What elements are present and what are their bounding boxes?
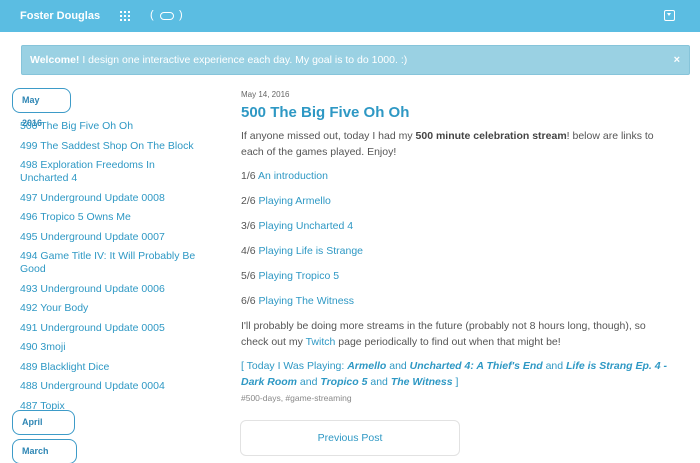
game-title: Uncharted 4: A Thief's End [409, 360, 543, 372]
alert-strong: Welcome! [30, 54, 80, 66]
video-number: 6/6 [241, 295, 259, 307]
archive-post-link[interactable]: 498 Exploration Freedoms In Uncharted 4 [20, 159, 200, 185]
game-title: Armello [347, 360, 387, 372]
archive-post-link[interactable]: 494 Game Title IV: It Will Probably Be G… [20, 250, 200, 276]
previous-post-button[interactable]: Previous Post [240, 420, 460, 456]
archive-post-link[interactable]: 499 The Saddest Shop On The Block [20, 140, 200, 153]
site-brand[interactable]: Foster Douglas [20, 10, 100, 22]
archive-post-link[interactable]: 497 Underground Update 0008 [20, 192, 200, 205]
archive-post-link[interactable]: 495 Underground Update 0007 [20, 231, 200, 244]
grid-icon[interactable] [120, 11, 130, 21]
video-link[interactable]: Playing Tropico 5 [259, 270, 340, 282]
video-item: 6/6 Playing The Witness [241, 293, 671, 309]
video-item: 1/6 An introduction [241, 168, 671, 184]
archive-post-link[interactable]: 490 3moji [20, 341, 200, 354]
post-tags[interactable]: #500-days, #game-streaming [241, 393, 352, 403]
video-link[interactable]: An introduction [258, 170, 328, 182]
playing-suffix: ] [452, 376, 459, 388]
video-item: 5/6 Playing Tropico 5 [241, 268, 671, 284]
post-date: May 14, 2016 [241, 90, 290, 99]
post-intro: If anyone missed out, today I had my 500… [241, 128, 671, 160]
outro-text-end: page periodically to find out when that … [335, 336, 561, 348]
playing-prefix: [ Today I Was Playing: [241, 360, 348, 372]
close-icon[interactable]: × [674, 54, 680, 66]
intro-strong: 500 minute celebration stream [415, 130, 567, 142]
month-may-2016[interactable]: May 2016 [12, 88, 71, 128]
post-outro: I'll probably be doing more streams in t… [241, 318, 671, 350]
archive-post-link[interactable]: 500 The Big Five Oh Oh [20, 120, 200, 133]
archive-list: 500 The Big Five Oh Oh 499 The Saddest S… [20, 120, 200, 419]
video-item: 2/6 Playing Armello [241, 193, 671, 209]
intro-text: If anyone missed out, today I had my [241, 130, 416, 142]
today-playing: [ Today I Was Playing: Armello and Uncha… [241, 358, 671, 390]
post-title[interactable]: 500 The Big Five Oh Oh [241, 104, 409, 121]
twitch-link[interactable]: Twitch [306, 336, 336, 348]
dropdown-toggle-icon[interactable] [664, 10, 675, 21]
archive-post-link[interactable]: 488 Underground Update 0004 [20, 380, 200, 393]
video-link[interactable]: Playing Uncharted 4 [259, 220, 354, 232]
month-march-2016[interactable]: March 2016 [12, 439, 77, 463]
video-link[interactable]: Playing The Witness [259, 295, 355, 307]
playing-and: and [297, 376, 321, 388]
game-title: Tropico 5 [320, 376, 368, 388]
archive-post-link[interactable]: 496 Tropico 5 Owns Me [20, 211, 200, 224]
game-title: The Witness [390, 376, 453, 388]
video-number: 4/6 [241, 245, 259, 257]
archive-post-link[interactable]: 491 Underground Update 0005 [20, 322, 200, 335]
archive-post-link[interactable]: 492 Your Body [20, 302, 200, 315]
top-navbar: Foster Douglas ( ) [0, 0, 700, 32]
welcome-alert: Welcome! I design one interactive experi… [21, 45, 690, 75]
video-number: 5/6 [241, 270, 259, 282]
alert-text: I design one interactive experience each… [79, 54, 408, 66]
video-link[interactable]: Playing Life is Strange [259, 245, 363, 257]
video-item: 4/6 Playing Life is Strange [241, 243, 671, 259]
video-number: 1/6 [241, 170, 258, 182]
video-item: 3/6 Playing Uncharted 4 [241, 218, 671, 234]
gamepad-icon[interactable] [160, 12, 174, 20]
video-number: 3/6 [241, 220, 259, 232]
archive-post-link[interactable]: 489 Blacklight Dice [20, 361, 200, 374]
playing-and: and [386, 360, 410, 372]
archive-post-link[interactable]: 493 Underground Update 0006 [20, 283, 200, 296]
post-body: If anyone missed out, today I had my 500… [241, 128, 671, 398]
video-number: 2/6 [241, 195, 259, 207]
month-april-2016[interactable]: April 2016 [12, 410, 75, 450]
video-link[interactable]: Playing Armello [259, 195, 331, 207]
playing-and: and [542, 360, 567, 372]
playing-and: and [367, 376, 391, 388]
